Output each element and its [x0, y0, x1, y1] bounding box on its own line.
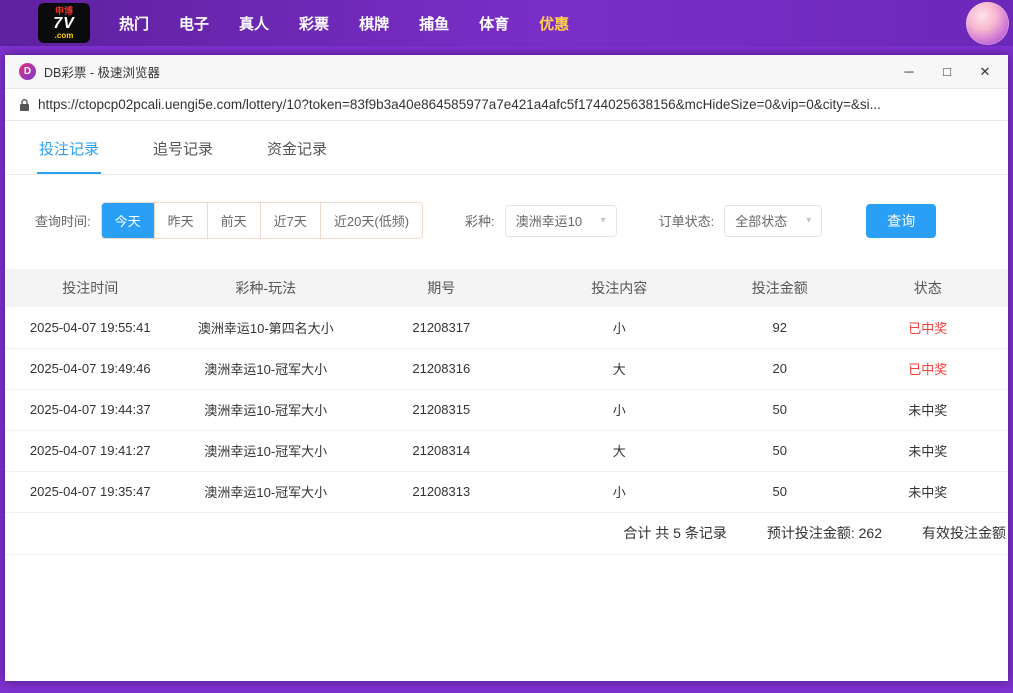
cell-lottery-play: 澳洲幸运10-第四名大小	[176, 307, 357, 348]
header-cell: 状态	[847, 269, 1008, 307]
cell-bet-time: 2025-04-07 19:35:47	[5, 471, 176, 512]
logo-line2: 7V	[53, 16, 75, 32]
time-filter-label: 查询时间:	[35, 211, 91, 230]
lottery-select-value: 澳洲幸运10	[516, 211, 582, 230]
cell-issue-number: 21208317	[356, 307, 527, 348]
status-filter-label: 订单状态:	[659, 211, 715, 230]
lock-icon	[19, 98, 30, 112]
record-tabs: 投注记录 追号记录 资金记录	[5, 121, 1008, 175]
cell-status: 已中奖	[847, 348, 1008, 389]
cell-bet-time: 2025-04-07 19:49:46	[5, 348, 176, 389]
table-row: 2025-04-07 19:35:47澳洲幸运10-冠军大小21208313小5…	[5, 471, 1008, 512]
nav-item-3[interactable]: 真人	[239, 13, 269, 34]
cell-issue-number: 21208316	[356, 348, 527, 389]
nav-item-5[interactable]: 棋牌	[359, 13, 389, 34]
chevron-down-icon: ▾	[806, 215, 811, 226]
cell-bet-content: 小	[527, 307, 713, 348]
browser-window: D DB彩票 - 极速浏览器 ─ □ ✕ https://ctopcp02pca…	[5, 55, 1008, 681]
nav-item-2[interactable]: 电子	[179, 13, 209, 34]
cell-bet-amount: 50	[712, 389, 847, 430]
order-status-select[interactable]: 全部状态 ▾	[724, 205, 822, 237]
cell-status: 未中奖	[847, 430, 1008, 471]
cell-bet-time: 2025-04-07 19:44:37	[5, 389, 176, 430]
nav-item-4[interactable]: 彩票	[299, 13, 329, 34]
cell-bet-amount: 20	[712, 348, 847, 389]
nav-item-1[interactable]: 热门	[119, 13, 149, 34]
nav-item-7[interactable]: 体育	[479, 13, 509, 34]
cell-bet-content: 大	[527, 430, 713, 471]
cell-bet-content: 小	[527, 389, 713, 430]
cell-bet-amount: 92	[712, 307, 847, 348]
logo-line3: .com	[55, 32, 74, 40]
table-row: 2025-04-07 19:55:41澳洲幸运10-第四名大小21208317小…	[5, 307, 1008, 348]
lottery-select[interactable]: 澳洲幸运10 ▾	[505, 205, 617, 237]
header-cell: 期号	[356, 269, 527, 307]
maximize-button[interactable]: □	[928, 57, 966, 87]
status-select-value: 全部状态	[735, 211, 787, 230]
cell-bet-time: 2025-04-07 19:55:41	[5, 307, 176, 348]
table-body: 2025-04-07 19:55:41澳洲幸运10-第四名大小21208317小…	[5, 307, 1008, 512]
header-cell: 彩种-玩法	[176, 269, 357, 307]
summary-total: 合计 共 5 条记录	[623, 523, 726, 543]
header-cell: 投注内容	[527, 269, 713, 307]
cell-bet-time: 2025-04-07 19:41:27	[5, 430, 176, 471]
summary-expected-amount: 预计投注金额: 262	[767, 523, 882, 543]
table-header-row: 投注时间彩种-玩法期号投注内容投注金额状态	[5, 269, 1008, 307]
search-button[interactable]: 查询	[866, 204, 936, 238]
cell-lottery-play: 澳洲幸运10-冠军大小	[176, 471, 357, 512]
bet-records-table: 投注时间彩种-玩法期号投注内容投注金额状态 2025-04-07 19:55:4…	[5, 269, 1008, 513]
cell-bet-amount: 50	[712, 430, 847, 471]
time-filter-4[interactable]: 近7天	[260, 203, 320, 238]
cell-status: 未中奖	[847, 471, 1008, 512]
chevron-down-icon: ▾	[601, 215, 606, 226]
time-filter-2[interactable]: 昨天	[154, 203, 207, 238]
cell-issue-number: 21208315	[356, 389, 527, 430]
window-titlebar: D DB彩票 - 极速浏览器 ─ □ ✕	[5, 55, 1008, 89]
window-title: DB彩票 - 极速浏览器	[44, 62, 890, 81]
user-avatar[interactable]	[966, 2, 1009, 45]
table-row: 2025-04-07 19:44:37澳洲幸运10-冠军大小21208315小5…	[5, 389, 1008, 430]
address-bar: https://ctopcp02pcali.uengi5e.com/lotter…	[5, 89, 1008, 121]
cell-bet-amount: 50	[712, 471, 847, 512]
table-row: 2025-04-07 19:41:27澳洲幸运10-冠军大小21208314大5…	[5, 430, 1008, 471]
time-filter-group: 今天昨天前天近7天近20天(低频)	[101, 202, 423, 239]
lottery-filter-label: 彩种:	[465, 211, 495, 230]
nav-item-6[interactable]: 捕鱼	[419, 13, 449, 34]
time-filter-1[interactable]: 今天	[102, 203, 154, 238]
close-button[interactable]: ✕	[966, 57, 1004, 87]
nav-item-8[interactable]: 优惠	[539, 13, 569, 34]
cell-status: 已中奖	[847, 307, 1008, 348]
summary-bar: 合计 共 5 条记录 预计投注金额: 262 有效投注金额	[5, 513, 1008, 555]
page-content: 投注记录 追号记录 资金记录 查询时间: 今天昨天前天近7天近20天(低频) 彩…	[5, 121, 1008, 681]
cell-issue-number: 21208314	[356, 430, 527, 471]
time-filter-5[interactable]: 近20天(低频)	[320, 203, 422, 238]
cell-issue-number: 21208313	[356, 471, 527, 512]
header-cell: 投注时间	[5, 269, 176, 307]
tab-bet-records[interactable]: 投注记录	[37, 121, 101, 174]
cell-lottery-play: 澳洲幸运10-冠军大小	[176, 430, 357, 471]
filter-bar: 查询时间: 今天昨天前天近7天近20天(低频) 彩种: 澳洲幸运10 ▾ 订单状…	[5, 175, 1008, 239]
cell-bet-content: 小	[527, 471, 713, 512]
top-bar: 申博 7V .com 热门 电子 真人 彩票 棋牌 捕鱼 体育 优惠	[0, 0, 1013, 46]
site-logo[interactable]: 申博 7V .com	[38, 3, 90, 43]
top-nav: 热门 电子 真人 彩票 棋牌 捕鱼 体育 优惠	[104, 13, 584, 34]
summary-valid-amount: 有效投注金额	[922, 523, 1006, 543]
cell-lottery-play: 澳洲幸运10-冠军大小	[176, 389, 357, 430]
cell-status: 未中奖	[847, 389, 1008, 430]
cell-lottery-play: 澳洲幸运10-冠军大小	[176, 348, 357, 389]
tab-fund-records[interactable]: 资金记录	[265, 121, 329, 174]
table-row: 2025-04-07 19:49:46澳洲幸运10-冠军大小21208316大2…	[5, 348, 1008, 389]
header-cell: 投注金额	[712, 269, 847, 307]
minimize-button[interactable]: ─	[890, 57, 928, 87]
url-text[interactable]: https://ctopcp02pcali.uengi5e.com/lotter…	[38, 97, 994, 112]
app-icon: D	[19, 63, 36, 80]
cell-bet-content: 大	[527, 348, 713, 389]
time-filter-3[interactable]: 前天	[207, 203, 260, 238]
tab-chase-records[interactable]: 追号记录	[151, 121, 215, 174]
